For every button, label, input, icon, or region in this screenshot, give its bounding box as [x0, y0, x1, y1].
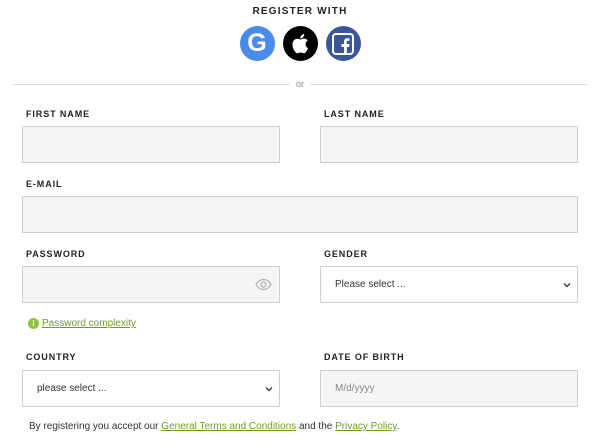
last-name-input[interactable] [321, 127, 577, 162]
date-of-birth-field-box [320, 370, 578, 407]
email-input[interactable] [23, 197, 577, 232]
terms-conditions-link[interactable]: General Terms and Conditions [161, 421, 296, 432]
social-login-group: G [0, 26, 600, 61]
last-name-label: LAST NAME [324, 109, 385, 119]
terms-after-text: . [396, 421, 400, 432]
chevron-down-icon [563, 282, 571, 287]
terms-middle-text: and the [296, 421, 336, 432]
password-complexity-help: i Password complexity [28, 318, 136, 329]
password-complexity-link[interactable]: Password complexity [42, 318, 136, 329]
facebook-icon [332, 32, 354, 55]
register-with-title: REGISTER WITH [252, 6, 348, 17]
facebook-login-button[interactable] [325, 26, 361, 61]
password-field-box [22, 266, 280, 303]
terms-before-text: By registering you accept our [29, 421, 162, 432]
first-name-input[interactable] [23, 127, 279, 162]
last-name-field-box [320, 126, 578, 163]
gender-select[interactable]: Please select ... [320, 266, 578, 303]
password-input[interactable] [23, 267, 279, 302]
apple-icon [292, 34, 308, 54]
divider-or-text: or [290, 79, 310, 89]
password-label: PASSWORD [26, 249, 86, 259]
terms-text: By registering you accept our General Te… [29, 421, 399, 432]
privacy-policy-link[interactable]: Privacy Policy [335, 421, 397, 432]
country-selected-value: please select ... [37, 383, 107, 394]
first-name-field-box [22, 126, 280, 163]
email-label: E-MAIL [26, 179, 63, 189]
date-of-birth-input[interactable] [321, 371, 577, 406]
google-icon: G [247, 29, 267, 57]
eye-icon[interactable] [255, 278, 272, 291]
gender-selected-value: Please select ... [335, 279, 406, 290]
first-name-label: FIRST NAME [26, 109, 90, 119]
email-field-box [22, 196, 578, 233]
gender-label: GENDER [324, 249, 368, 259]
country-select[interactable]: please select ... [22, 370, 280, 407]
info-icon: i [28, 318, 39, 329]
country-label: COUNTRY [26, 352, 77, 362]
google-login-button[interactable]: G [239, 26, 275, 61]
date-of-birth-label: DATE OF BIRTH [324, 352, 405, 362]
apple-login-button[interactable] [282, 26, 318, 61]
chevron-down-icon [265, 386, 273, 391]
